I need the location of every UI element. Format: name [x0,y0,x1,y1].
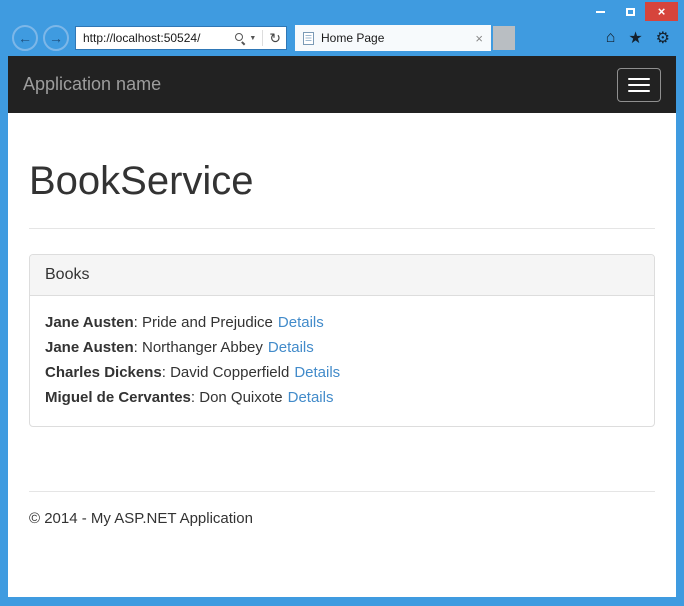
book-author: Jane Austen [45,314,134,331]
page-viewport: Application name BookService Books Jane … [8,56,676,597]
back-arrow-icon: ← [18,30,32,46]
minimize-button[interactable] [585,2,615,21]
book-title: Pride and Prejudice [141,314,273,331]
browser-tab-home-page[interactable]: Home Page × [295,25,491,51]
new-tab-button[interactable] [493,26,515,50]
book-separator: : [161,364,171,381]
browser-window: × ← → http://localhost:50524/ ▼ ↻ Home P… [0,0,684,606]
maximize-button[interactable] [615,2,645,21]
maximize-icon [625,7,635,16]
book-title: David Copperfield [170,364,290,381]
book-separator: : [133,314,142,331]
copyright-text: © 2014 - My ASP.NET Application [29,510,253,527]
book-author: Jane Austen [45,339,134,356]
address-bar[interactable]: http://localhost:50524/ ▼ ↻ [75,26,287,50]
book-title: Don Quixote [199,389,283,406]
divider [29,228,655,229]
page-title: BookService [29,159,254,203]
favorites-star-icon[interactable]: ★ [628,28,642,48]
book-separator: : [190,389,200,406]
url-text[interactable]: http://localhost:50524/ [83,31,232,45]
page-icon [303,31,314,45]
details-link[interactable]: Details [294,364,340,381]
browser-chrome-row: ← → http://localhost:50524/ ▼ ↻ Home Pag… [0,24,684,56]
minimize-icon [595,10,605,13]
books-panel: Books Jane Austen: Pride and Prejudice De… [29,254,655,427]
site-navbar: Application name [8,56,676,113]
settings-gear-icon[interactable]: ⚙ [656,28,670,48]
book-author: Miguel de Cervantes [45,389,191,406]
book-row: Jane Austen: Pride and Prejudice Details [45,310,639,335]
chevron-down-icon[interactable]: ▼ [249,35,256,42]
close-icon: × [657,4,666,19]
book-author: Charles Dickens [45,364,162,381]
navbar-toggle-button[interactable] [617,67,661,102]
footer: © 2014 - My ASP.NET Application [29,510,655,527]
back-button[interactable]: ← [12,25,38,51]
tab-title: Home Page [321,31,385,45]
footer-divider [29,491,655,492]
panel-body: Jane Austen: Pride and Prejudice Details … [30,296,654,426]
hamburger-icon-bar [628,83,650,86]
panel-heading: Books [30,255,654,296]
forward-arrow-icon: → [49,30,63,46]
book-row: Jane Austen: Northanger Abbey Details [45,335,639,360]
details-link[interactable]: Details [278,314,324,331]
browser-toolbar: ⌂ ★ ⚙ [606,28,672,48]
hamburger-icon-bar [628,89,650,92]
book-row: Charles Dickens: David Copperfield Detail… [45,360,639,385]
home-icon[interactable]: ⌂ [606,29,616,47]
book-row: Miguel de Cervantes: Don Quixote Details [45,385,639,410]
forward-button[interactable]: → [43,25,69,51]
close-button[interactable]: × [645,2,678,21]
navbar-brand-link[interactable]: Application name [23,74,161,95]
address-bar-divider [262,30,264,46]
page-main: BookService Books Jane Austen: Pride and… [8,113,676,597]
title-bar: × [0,0,684,24]
search-icon[interactable] [235,32,246,44]
details-link[interactable]: Details [268,339,314,356]
book-separator: : [133,339,142,356]
tab-close-icon[interactable]: × [475,31,483,46]
details-link[interactable]: Details [288,389,334,406]
refresh-icon[interactable]: ↻ [269,30,281,47]
book-title: Northanger Abbey [141,339,263,356]
hamburger-icon-bar [628,77,650,80]
